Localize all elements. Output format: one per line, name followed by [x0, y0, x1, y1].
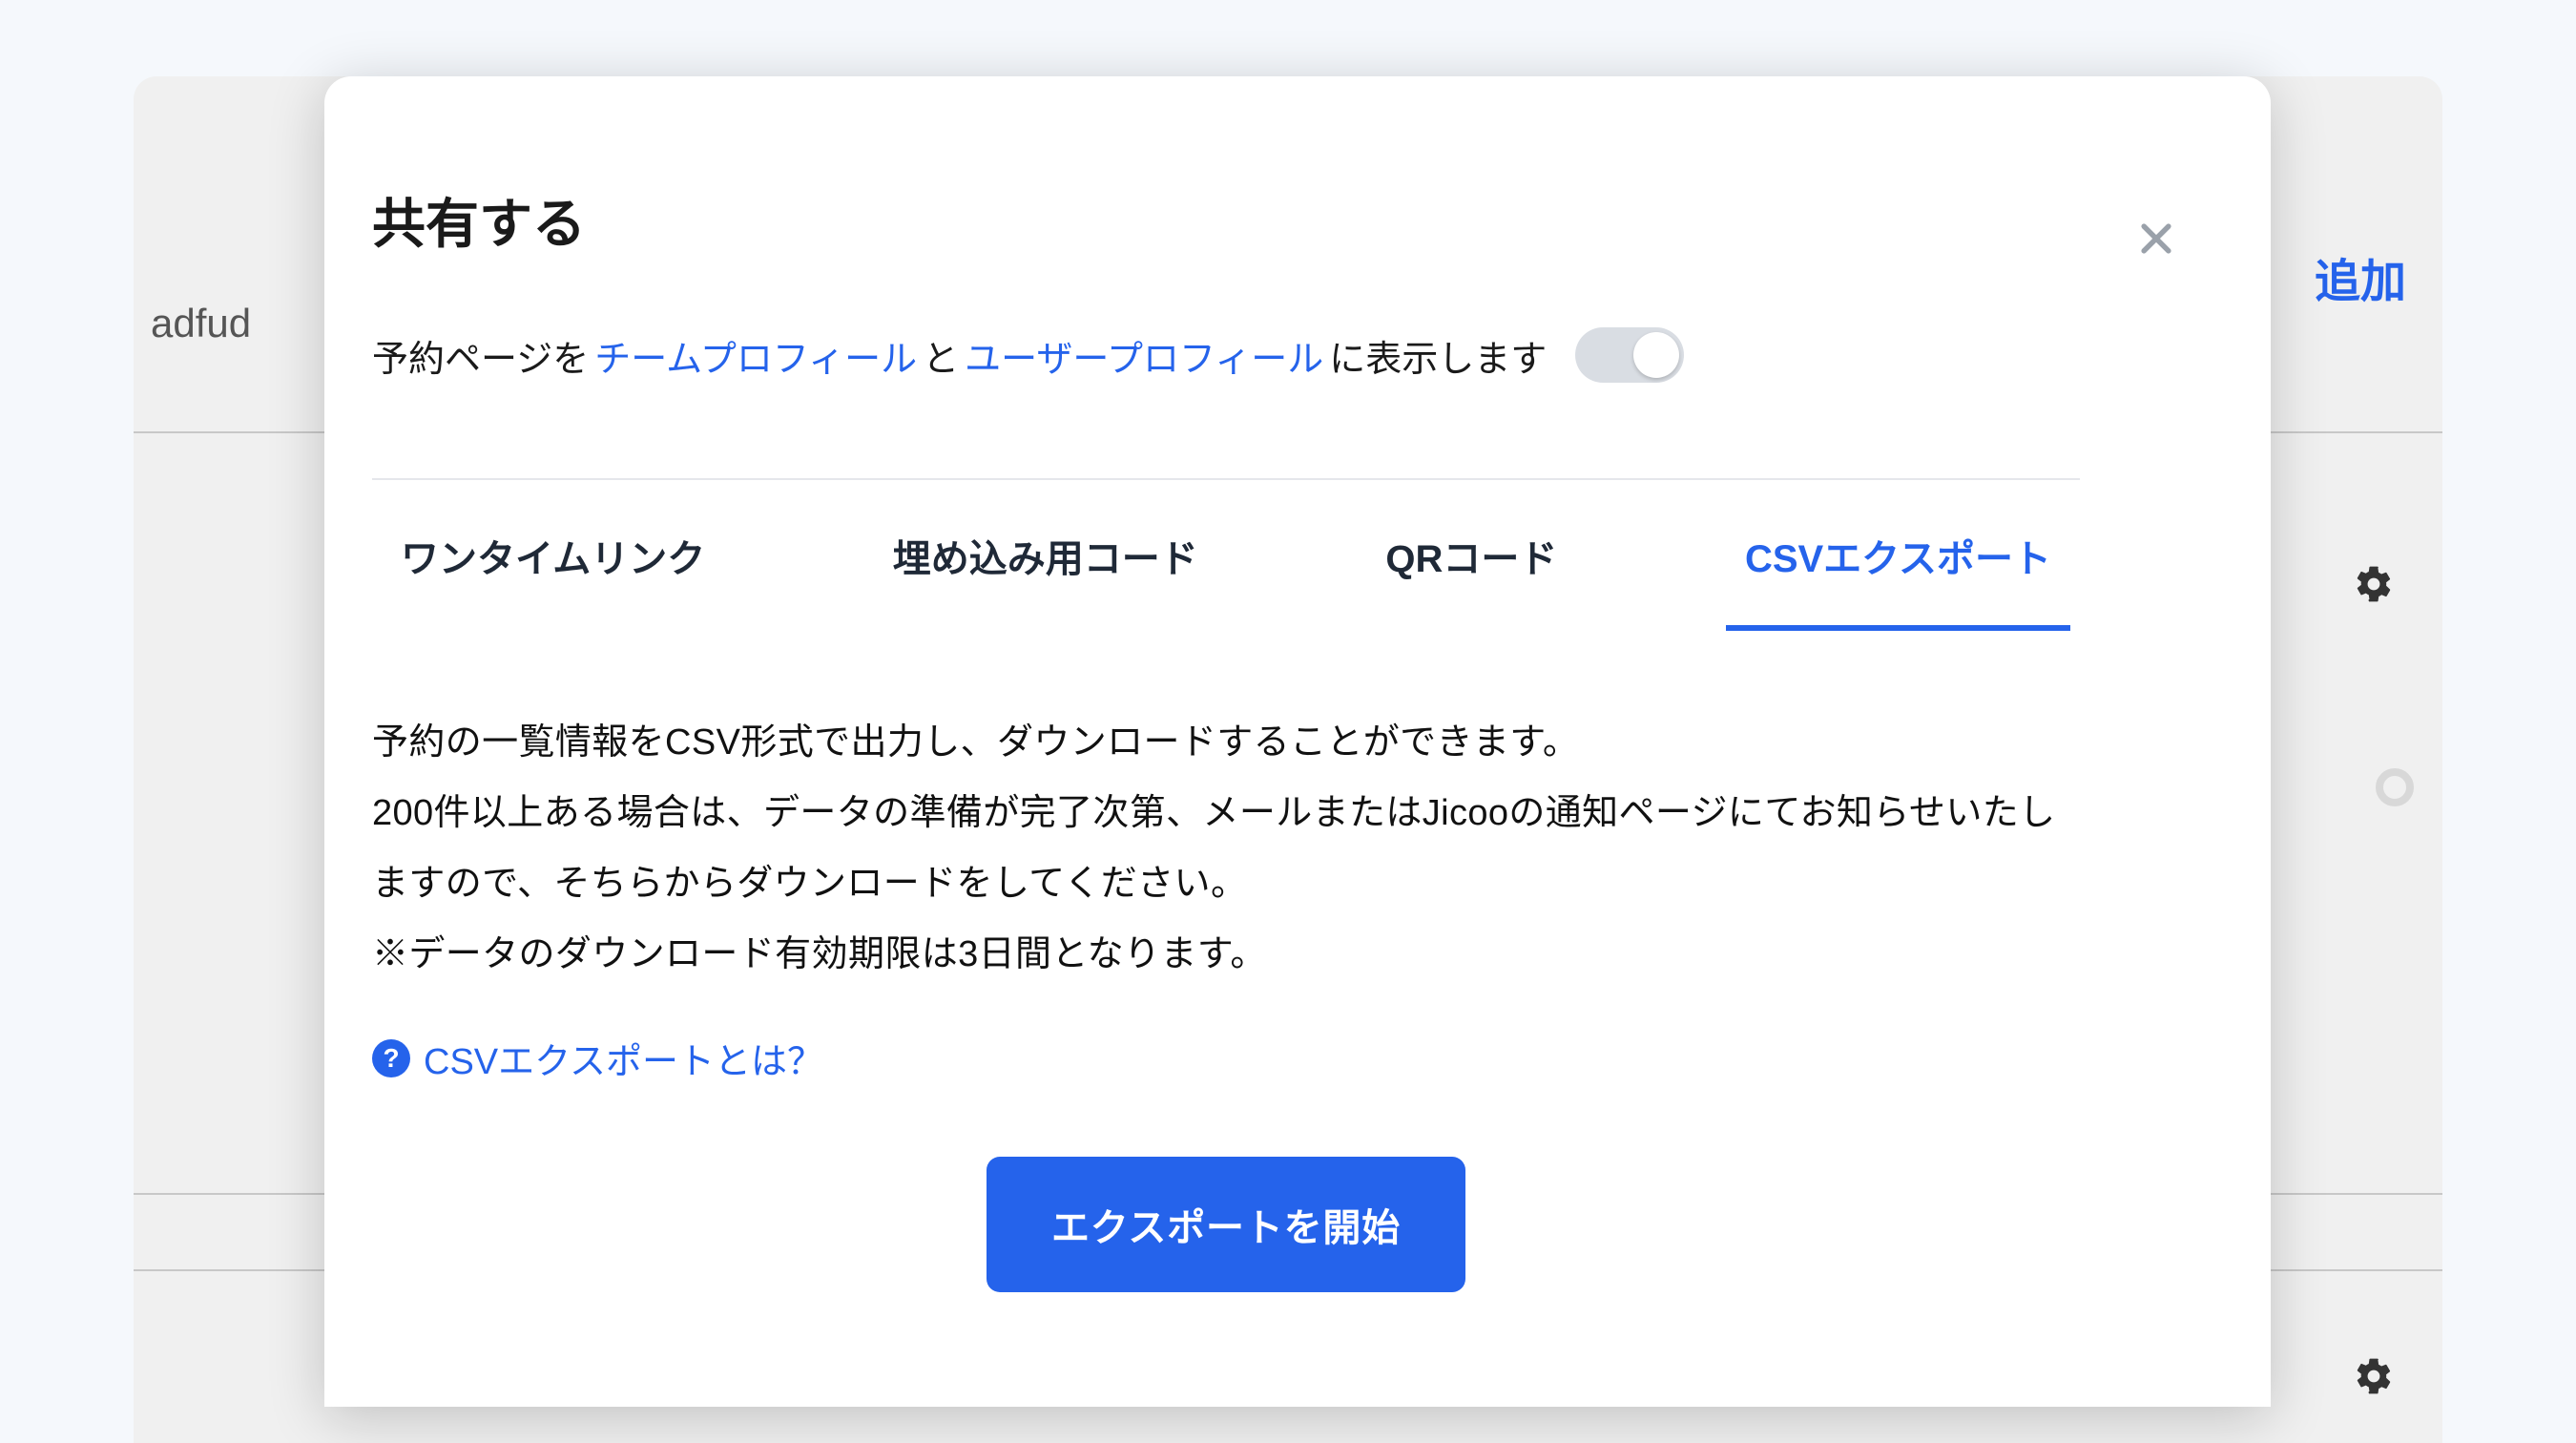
profile-visibility-toggle[interactable]: [1575, 327, 1684, 383]
tabs-row: ワンタイムリンク 埋め込み用コード QRコード CSVエクスポート: [372, 480, 2080, 631]
profile-suffix-text: に表示します: [1329, 329, 1547, 382]
action-row: エクスポートを開始: [372, 1157, 2080, 1292]
modal-title: 共有する: [372, 181, 2080, 259]
tab-csv-export[interactable]: CSVエクスポート: [1735, 480, 2061, 629]
profile-prefix-text: 予約ページを: [372, 329, 589, 382]
add-button-text[interactable]: 追加: [2315, 243, 2406, 310]
start-export-button[interactable]: エクスポートを開始: [987, 1157, 1465, 1292]
help-icon: ?: [372, 1039, 410, 1077]
team-profile-link[interactable]: チームプロフィール: [594, 329, 917, 382]
tab-embed-code[interactable]: 埋め込み用コード: [883, 480, 1208, 629]
tab-onetime-link[interactable]: ワンタイムリンク: [391, 480, 715, 629]
help-link-text: CSVエクスポートとは？: [424, 1032, 823, 1084]
tab-qr-code[interactable]: QRコード: [1376, 480, 1567, 629]
bg-left-text: adfud: [151, 301, 251, 346]
between-text: と: [923, 329, 959, 382]
csv-export-description: 予約の一覧情報をCSV形式で出力し、ダウンロードすることができます。200件以上…: [372, 707, 2080, 990]
user-profile-link[interactable]: ユーザープロフィール: [965, 329, 1323, 382]
profile-visibility-row: 予約ページを チームプロフィール と ユーザープロフィール に表示します: [372, 327, 2080, 383]
share-modal: 共有する 予約ページを チームプロフィール と ユーザープロフィール に表示しま…: [324, 76, 2271, 1407]
csv-export-help-link[interactable]: ? CSVエクスポートとは？: [372, 1032, 823, 1084]
gear-icon[interactable]: [2353, 563, 2395, 616]
close-button[interactable]: [2128, 210, 2185, 267]
bg-circle-icon: [2376, 768, 2414, 806]
toggle-knob: [1633, 332, 1679, 378]
gear-icon[interactable]: [2353, 1355, 2395, 1408]
